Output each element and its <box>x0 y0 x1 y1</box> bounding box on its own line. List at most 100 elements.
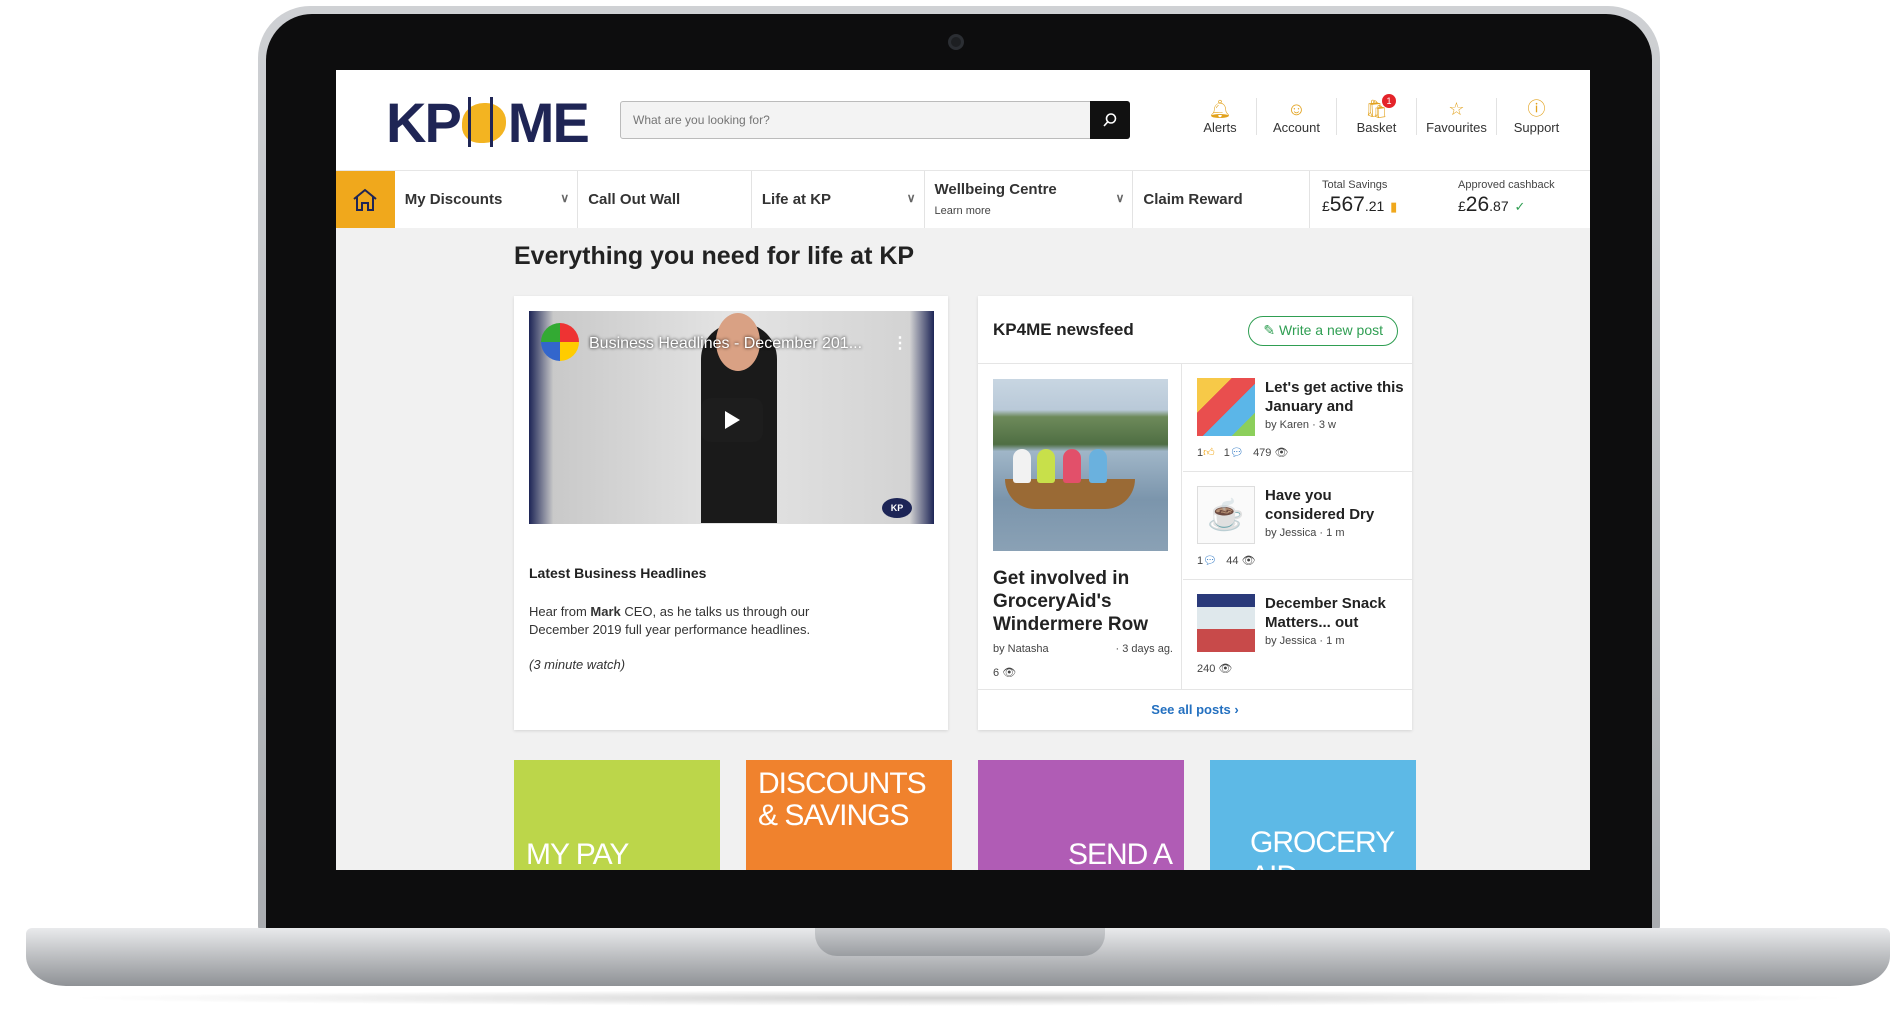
tile-label: GROCERY AID <box>1250 826 1395 870</box>
home-icon <box>353 188 378 211</box>
post-byline: by Jessica · 1 m <box>1265 635 1345 647</box>
video-card: Business Headlines - December 201... ⋮ K… <box>514 296 948 730</box>
favourites-button[interactable]: ☆ Favourites <box>1416 98 1496 135</box>
featured-post-image <box>993 379 1168 551</box>
search-bar <box>620 101 1130 139</box>
search-button[interactable] <box>1090 101 1130 139</box>
newsfeed-title: KP4ME newsfeed <box>993 320 1134 339</box>
cashback-label: Approved cashback <box>1458 179 1555 191</box>
comment-icon: 💬︎ <box>1229 447 1244 459</box>
nav-item-life-at-kp[interactable]: Life at KP ∨ <box>752 171 925 228</box>
thumbs-up-icon: 👍︎ <box>1203 447 1215 459</box>
eye-icon: 👁︎ <box>1002 667 1017 679</box>
newsfeed-card: KP4ME newsfeed ✎ Write a new post Get in… <box>978 296 1412 730</box>
alerts-button[interactable]: 🔔︎ Alerts <box>1184 98 1256 135</box>
list-item[interactable]: Let's get active this January and by Kar… <box>1183 364 1412 472</box>
play-icon <box>725 411 740 429</box>
basket-button[interactable]: 🛍︎ 1 Basket <box>1336 94 1416 135</box>
coins-icon: ▮ <box>1390 199 1398 214</box>
logo-text-right: ME <box>507 91 590 154</box>
more-vertical-icon[interactable]: ⋮ <box>892 333 908 353</box>
bell-icon: 🔔︎ <box>1208 99 1232 119</box>
post-thumbnail <box>1197 378 1255 436</box>
video-heading: Latest Business Headlines <box>529 565 707 581</box>
feature-tiles: MY PAY DISCOUNTS & SAVINGS SEND A GROCER… <box>514 760 1416 870</box>
list-item[interactable]: ☕ Have you considered Dry by Jessica · 1… <box>1183 472 1412 580</box>
channel-avatar <box>541 323 579 361</box>
laptop-notch <box>815 928 1105 956</box>
nav-item-claim-reward[interactable]: Claim Reward <box>1133 171 1310 228</box>
post-byline: by Karen · 3 w <box>1265 419 1336 431</box>
check-circle-icon: ✓ <box>1514 199 1526 214</box>
nav-item-call-out-wall[interactable]: Call Out Wall <box>578 171 752 228</box>
eye-icon: 👁︎ <box>1241 555 1256 567</box>
nav-sublabel: Learn more <box>934 205 991 217</box>
video-description: Hear from Mark CEO, as he talks us throu… <box>529 604 811 637</box>
account-label: Account <box>1273 120 1320 135</box>
chevron-down-icon: ∨ <box>560 191 570 205</box>
tile-grocery-aid[interactable]: GROCERY AID <box>1210 760 1416 870</box>
post-byline: by Jessica · 1 m <box>1265 527 1345 539</box>
post-stats: 1💬︎ 44 👁︎ <box>1197 555 1256 567</box>
header-actions: 🔔︎ Alerts ☺ Account 🛍︎ 1 Basket ☆ Favour… <box>1184 94 1576 135</box>
main-nav: My Discounts ∨ Call Out Wall Life at KP … <box>336 170 1590 228</box>
tile-send-a[interactable]: SEND A <box>978 760 1184 870</box>
edit-icon: ✎ <box>1263 322 1276 338</box>
help-icon: ⓘ <box>1527 99 1546 119</box>
tile-label: MY PAY <box>526 838 629 870</box>
basket-icon: 🛍︎ <box>1365 99 1388 119</box>
nav-label: Life at KP <box>761 191 832 208</box>
savings-summary: Total Savings £567.21 ▮ Approved cashbac… <box>1310 171 1590 228</box>
favourites-label: Favourites <box>1426 120 1487 135</box>
browser-screen: KP ME 🔔︎ Alerts ☺ Account <box>336 70 1590 870</box>
see-all-posts-link[interactable]: See all posts › <box>978 689 1412 730</box>
chevron-down-icon: ∨ <box>1115 191 1125 205</box>
star-icon: ☆ <box>1448 99 1465 119</box>
nav-item-my-discounts[interactable]: My Discounts ∨ <box>395 171 579 228</box>
nav-label: Claim Reward <box>1143 191 1243 208</box>
site-header: KP ME 🔔︎ Alerts ☺ Account <box>336 70 1590 170</box>
total-savings-value: £567.21 ▮ <box>1322 193 1398 216</box>
laptop-shadow <box>60 990 1860 1006</box>
post-stats: 1👍︎ 1💬︎ 479 👁︎ <box>1197 447 1289 459</box>
tile-label: SEND A <box>1067 838 1173 870</box>
featured-post-title: Get involved in GroceryAid's Windermere … <box>993 568 1149 635</box>
kp4me-logo[interactable]: KP ME <box>386 90 590 155</box>
basket-count-badge: 1 <box>1382 94 1396 108</box>
post-thumbnail: ☕ <box>1197 486 1255 544</box>
nav-item-wellbeing-centre[interactable]: Wellbeing Centre Learn more ∨ <box>925 171 1134 228</box>
featured-post-views: 6 👁︎ <box>993 667 1017 679</box>
eye-icon: 👁︎ <box>1274 447 1289 459</box>
support-button[interactable]: ⓘ Support <box>1496 98 1576 135</box>
cashback-value: £26.87 ✓ <box>1458 193 1526 216</box>
account-button[interactable]: ☺ Account <box>1256 98 1336 135</box>
alerts-label: Alerts <box>1203 120 1237 135</box>
post-thumbnail <box>1197 594 1255 652</box>
page-title: Everything you need for life at KP <box>514 242 915 270</box>
eye-icon: 👁︎ <box>1218 663 1233 675</box>
search-icon <box>1103 113 1117 127</box>
home-button[interactable] <box>336 171 395 228</box>
video-title: Business Headlines - December 201... <box>589 335 863 352</box>
play-button[interactable] <box>701 398 763 442</box>
nav-label: My Discounts <box>404 191 503 208</box>
chevron-down-icon: ∨ <box>906 191 916 205</box>
basket-label: Basket <box>1356 120 1397 135</box>
write-post-button[interactable]: ✎ Write a new post <box>1248 316 1398 346</box>
tile-my-pay[interactable]: MY PAY <box>514 760 720 870</box>
tile-discounts-savings[interactable]: DISCOUNTS & SAVINGS <box>746 760 952 870</box>
logo-text-left: KP <box>386 91 462 154</box>
comment-icon: 💬︎ <box>1203 555 1218 567</box>
support-label: Support <box>1513 120 1560 135</box>
search-input[interactable] <box>621 102 1091 138</box>
logo-figures-icon <box>461 96 506 147</box>
post-stats: 240 👁︎ <box>1197 663 1233 675</box>
camera-icon <box>948 34 964 50</box>
video-player[interactable]: Business Headlines - December 201... ⋮ K… <box>529 311 934 524</box>
approved-cashback: Approved cashback £26.87 ✓ <box>1454 171 1590 228</box>
list-item[interactable]: December Snack Matters... out by Jessica… <box>1183 580 1412 688</box>
user-icon: ☺ <box>1287 99 1306 119</box>
featured-post[interactable]: Get involved in GroceryAid's Windermere … <box>978 364 1182 689</box>
total-savings: Total Savings £567.21 ▮ <box>1318 171 1454 228</box>
total-savings-label: Total Savings <box>1322 179 1388 191</box>
